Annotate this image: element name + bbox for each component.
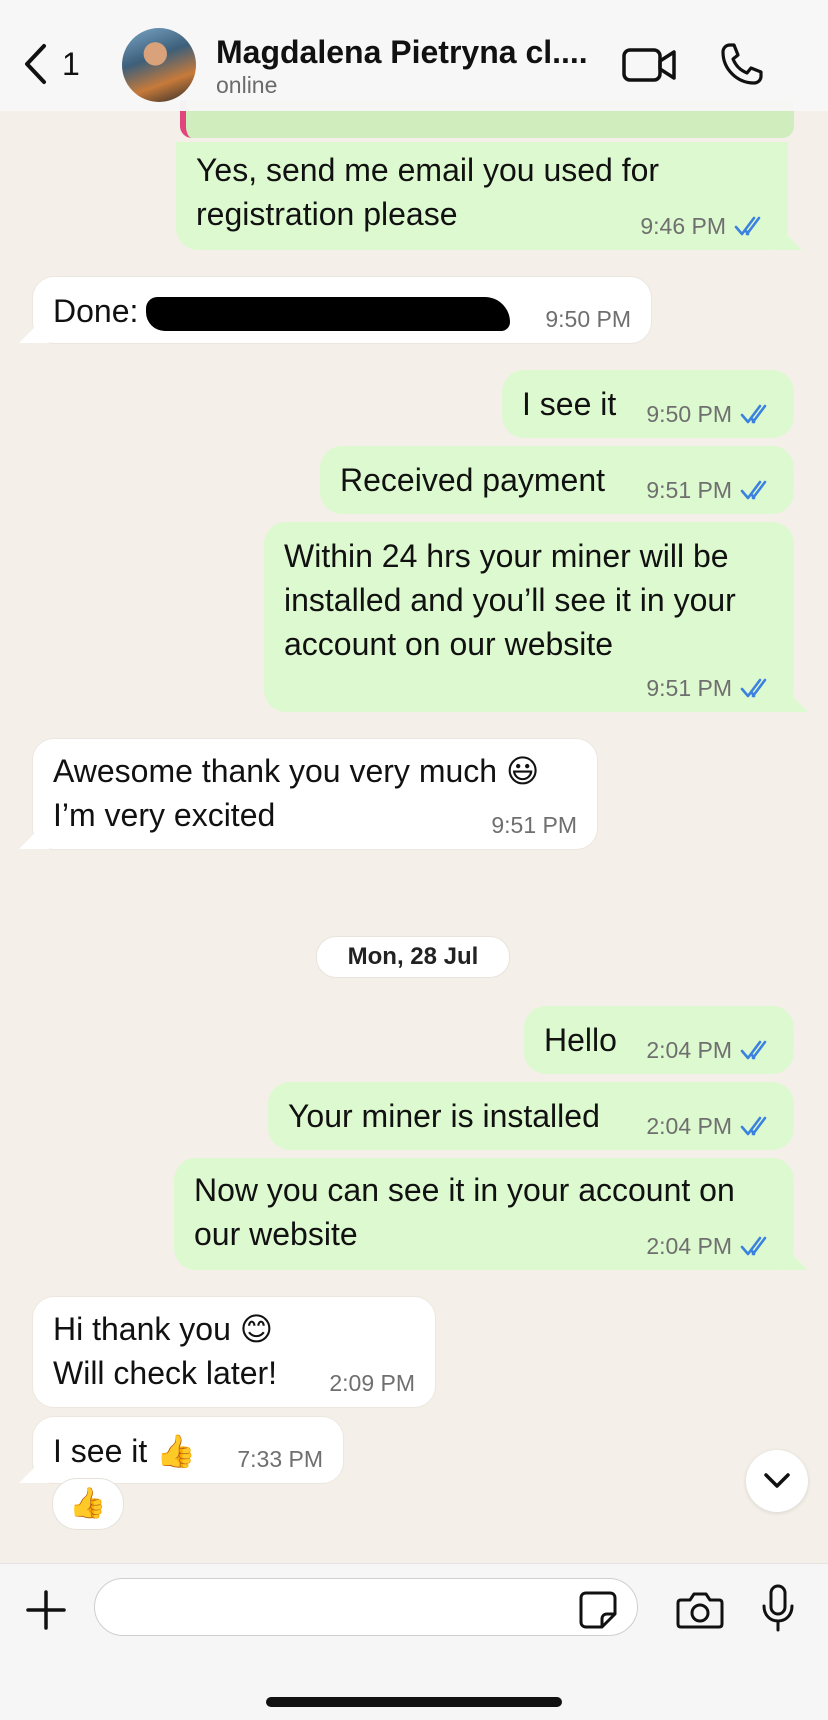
message-time: 2:04 PM bbox=[646, 1113, 732, 1139]
camera-button[interactable] bbox=[676, 1590, 724, 1635]
message-bubble-incoming[interactable]: I see it 👍 7:33 PM bbox=[19, 1416, 344, 1484]
unread-count: 1 bbox=[62, 45, 80, 82]
double-check-icon bbox=[734, 216, 761, 236]
plus-icon bbox=[26, 1590, 66, 1630]
date-separator: Mon, 28 Jul bbox=[316, 936, 510, 978]
message-time: 9:51 PM bbox=[491, 812, 577, 838]
message-time: 9:50 PM bbox=[646, 401, 732, 427]
message-bubble-incoming[interactable]: Awesome thank you very much 😃 I’m very e… bbox=[19, 738, 598, 850]
redacted-email bbox=[146, 296, 511, 331]
message-reaction[interactable]: 👍 bbox=[52, 1478, 124, 1530]
message-text: Done: bbox=[53, 289, 631, 333]
message-input-container[interactable] bbox=[94, 1578, 638, 1636]
camera-icon bbox=[676, 1592, 724, 1629]
contact-name[interactable]: Magdalena Pietryna cl.... bbox=[216, 34, 596, 71]
message-time: 2:04 PM bbox=[646, 1037, 732, 1063]
message-bubble-outgoing[interactable]: Within 24 hrs your miner will be install… bbox=[264, 522, 808, 712]
message-bubble-outgoing[interactable]: Now you can see it in your account on ou… bbox=[174, 1158, 808, 1270]
message-time: 7:33 PM bbox=[237, 1446, 323, 1472]
voice-call-button[interactable] bbox=[720, 42, 764, 91]
double-check-icon bbox=[740, 678, 767, 698]
microphone-icon bbox=[762, 1584, 794, 1632]
chat-header: 1 Magdalena Pietryna cl.... online bbox=[0, 0, 828, 111]
message-composer bbox=[0, 1563, 828, 1720]
home-indicator bbox=[266, 1697, 562, 1707]
message-time: 9:51 PM bbox=[646, 477, 732, 503]
double-check-icon bbox=[740, 480, 767, 500]
message-time: 2:09 PM bbox=[329, 1370, 415, 1396]
message-bubble-outgoing[interactable]: I see it 9:50 PM bbox=[502, 370, 794, 438]
message-input[interactable] bbox=[115, 1579, 579, 1635]
attach-button[interactable] bbox=[24, 1588, 68, 1637]
contact-status: online bbox=[216, 72, 278, 98]
chevron-down-icon bbox=[764, 1473, 790, 1488]
back-button[interactable]: 1 bbox=[22, 42, 80, 86]
sticker-icon bbox=[579, 1591, 617, 1629]
double-check-icon bbox=[740, 1040, 767, 1060]
message-bubble-incoming[interactable]: Done: 9:50 PM bbox=[19, 276, 652, 344]
message-time: 9:46 PM bbox=[640, 213, 726, 239]
video-camera-icon bbox=[622, 48, 676, 82]
double-check-icon bbox=[740, 404, 767, 424]
message-bubble-outgoing[interactable]: Your miner is installed 2:04 PM bbox=[268, 1082, 794, 1150]
double-check-icon bbox=[740, 1236, 767, 1256]
double-check-icon bbox=[740, 1116, 767, 1136]
message-time: 9:50 PM bbox=[545, 306, 631, 332]
video-call-button[interactable] bbox=[622, 46, 676, 89]
message-time: 9:51 PM bbox=[646, 675, 732, 701]
message-time: 2:04 PM bbox=[646, 1233, 732, 1259]
voice-message-button[interactable] bbox=[760, 1584, 796, 1637]
message-bubble-outgoing[interactable]: Yes, send me email you used for registra… bbox=[176, 142, 802, 250]
avatar[interactable] bbox=[122, 28, 196, 102]
message-text: Within 24 hrs your miner will be install… bbox=[284, 538, 736, 662]
sticker-button[interactable] bbox=[578, 1590, 618, 1635]
message-bubble-outgoing[interactable]: Received payment 9:51 PM bbox=[320, 446, 794, 514]
scroll-to-bottom-button[interactable] bbox=[746, 1450, 808, 1512]
message-bubble-outgoing[interactable]: Hello 2:04 PM bbox=[524, 1006, 794, 1074]
phone-icon bbox=[721, 43, 763, 85]
message-bubble-incoming[interactable]: Hi thank you 😊 Will check later! 2:09 PM bbox=[32, 1296, 436, 1408]
chevron-left-icon bbox=[25, 44, 46, 84]
